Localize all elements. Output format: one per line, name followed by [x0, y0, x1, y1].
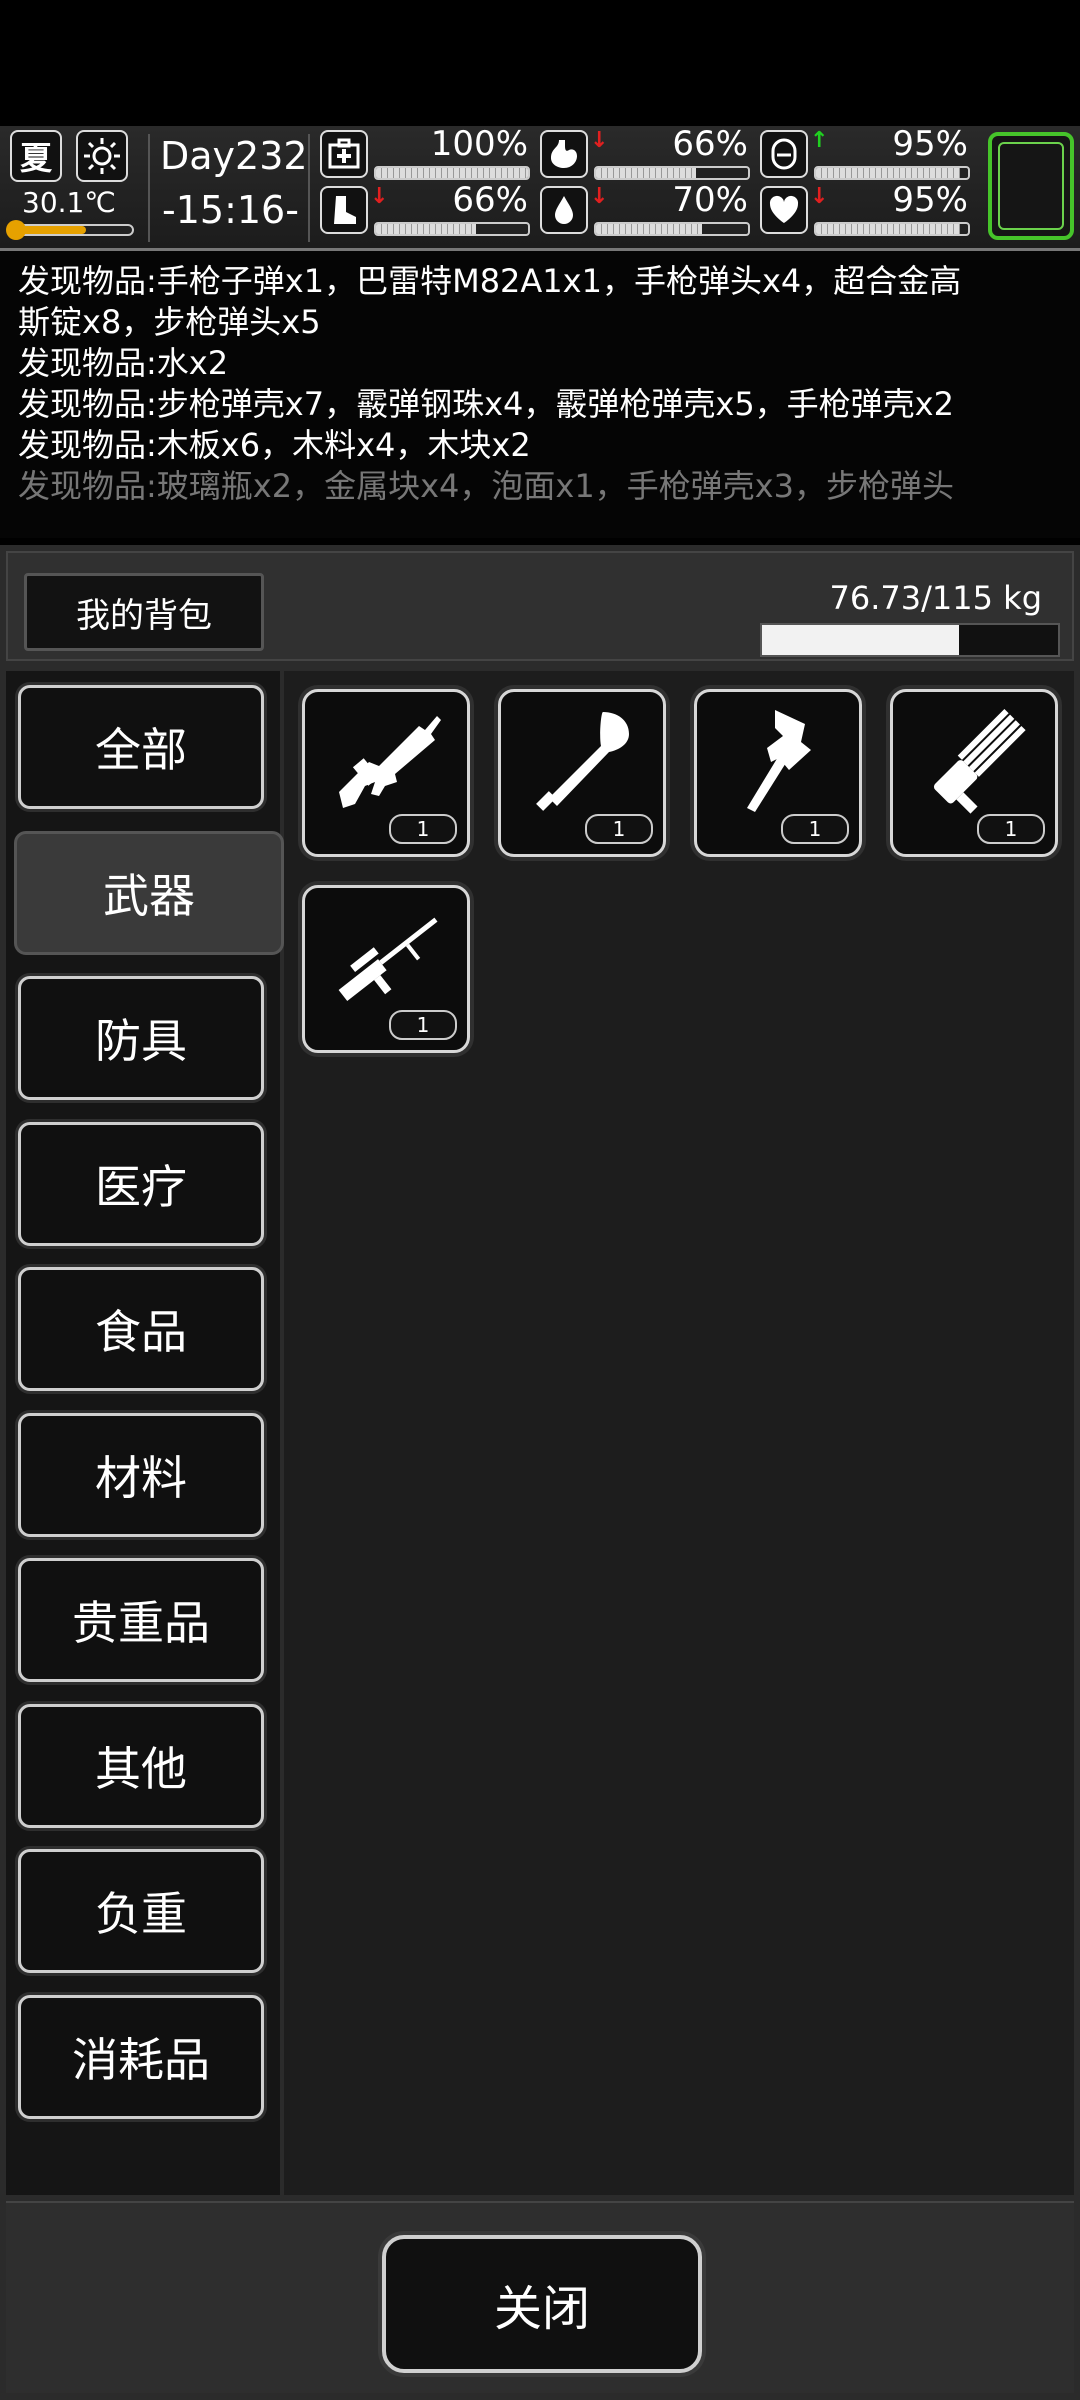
- inventory-slot[interactable]: 1: [302, 689, 470, 857]
- category-tab[interactable]: 负重: [18, 1849, 264, 1973]
- category-tab[interactable]: 全部: [18, 685, 264, 809]
- item-count: 1: [977, 814, 1045, 844]
- category-tab[interactable]: 消耗品: [18, 1994, 264, 2119]
- stat-medkit: 100%: [320, 124, 534, 184]
- equipment-slot-button[interactable]: [988, 132, 1074, 240]
- heart-icon: [760, 186, 808, 234]
- backpack-panel: 我的背包 76.73/115 kg 全部武器防具医疗食品材料贵重品其他负重消耗品…: [0, 545, 1080, 2400]
- stat-bar: [374, 222, 530, 236]
- mood-icon: [760, 130, 808, 178]
- stat-stomach: ↓ 66%: [540, 124, 754, 184]
- clock: -15:16-: [162, 188, 299, 232]
- log-line: 发现物品:木板x6，木料x4，木块x2: [18, 426, 531, 464]
- season-badge: 夏: [10, 130, 62, 182]
- stat-value: 70%: [672, 180, 748, 220]
- category-tab[interactable]: 食品: [18, 1267, 264, 1391]
- footer-bar: 关闭: [6, 2201, 1074, 2393]
- stat-value: 66%: [672, 124, 748, 164]
- category-sidebar: 全部武器防具医疗食品材料贵重品其他负重消耗品: [6, 671, 284, 2195]
- inventory-slot[interactable]: 1: [890, 689, 1058, 857]
- hud-bar: 夏 30.1℃ Day232 -15:16- 100% ↓ 66% ↑ 95% ↓ 66% ↓…: [0, 124, 1080, 251]
- log-line: 发现物品:玻璃瓶x2，金属块x4，泡面x1，手枪弹壳x3，步枪弹头: [18, 467, 954, 505]
- temperature-bar: [6, 220, 134, 240]
- backpack-header: 我的背包 76.73/115 kg: [6, 551, 1074, 661]
- item-count: 1: [585, 814, 653, 844]
- inventory-slot[interactable]: 1: [694, 689, 862, 857]
- stat-value: 95%: [892, 180, 968, 220]
- stat-value: 66%: [452, 180, 528, 220]
- category-tab[interactable]: 材料: [18, 1412, 264, 1537]
- stat-bar: [814, 222, 970, 236]
- stat-boot: ↓ 66%: [320, 180, 534, 240]
- category-tab[interactable]: 贵重品: [18, 1558, 264, 1682]
- item-count: 1: [781, 814, 849, 844]
- trend-arrow-icon: ↓: [590, 184, 609, 209]
- category-tab[interactable]: 其他: [18, 1703, 264, 1828]
- inventory-grid: 1 1 1 1 1: [284, 671, 1074, 2195]
- weight-readout: 76.73/115 kg: [829, 579, 1042, 617]
- close-button[interactable]: 关闭: [382, 2235, 702, 2373]
- trend-arrow-icon: ↑: [810, 128, 829, 153]
- log-line: 发现物品:步枪弹壳x7，霰弹钢珠x4，霰弹枪弹壳x5，手枪弹壳x2: [18, 385, 954, 423]
- item-count: 1: [389, 814, 457, 844]
- item-count: 1: [389, 1010, 457, 1040]
- boot-icon: [320, 186, 368, 234]
- event-log: 发现物品:手枪子弹x1，巴雷特M82A1x1，手枪弹头x4，超合金高 斯锭x8，…: [0, 251, 1080, 538]
- sun-icon: [76, 130, 128, 182]
- category-tab[interactable]: 武器: [14, 830, 284, 955]
- category-tab[interactable]: 医疗: [18, 1121, 264, 1246]
- stat-mood: ↑ 95%: [760, 124, 974, 184]
- stat-bar: [814, 166, 970, 180]
- inventory-slot[interactable]: 1: [498, 689, 666, 857]
- stat-bar: [594, 222, 750, 236]
- trend-arrow-icon: ↓: [810, 184, 829, 209]
- trend-arrow-icon: ↓: [370, 184, 389, 209]
- hud-divider: [148, 134, 150, 242]
- season-label: 夏: [19, 139, 52, 177]
- temperature-readout: 30.1℃: [22, 186, 116, 219]
- stat-heart: ↓ 95%: [760, 180, 974, 240]
- water-drop-icon: [540, 186, 588, 234]
- status-bar-area: [0, 0, 1080, 126]
- stat-water-drop: ↓ 70%: [540, 180, 754, 240]
- stat-value: 100%: [430, 124, 528, 164]
- weight-bar: [760, 623, 1060, 657]
- log-line: 斯锭x8，步枪弹头x5: [18, 303, 321, 341]
- stat-bar: [374, 166, 530, 180]
- medkit-icon: [320, 130, 368, 178]
- trend-arrow-icon: ↓: [590, 128, 609, 153]
- stat-bar: [594, 166, 750, 180]
- log-line: 发现物品:手枪子弹x1，巴雷特M82A1x1，手枪弹头x4，超合金高: [18, 262, 962, 300]
- log-line: 发现物品:水x2: [18, 344, 229, 382]
- hud-divider: [308, 134, 310, 242]
- day-counter: Day232: [160, 134, 308, 178]
- inventory-slot[interactable]: 1: [302, 885, 470, 1053]
- stomach-icon: [540, 130, 588, 178]
- backpack-title-button[interactable]: 我的背包: [24, 573, 264, 651]
- stat-value: 95%: [892, 124, 968, 164]
- category-tab[interactable]: 防具: [18, 976, 264, 1100]
